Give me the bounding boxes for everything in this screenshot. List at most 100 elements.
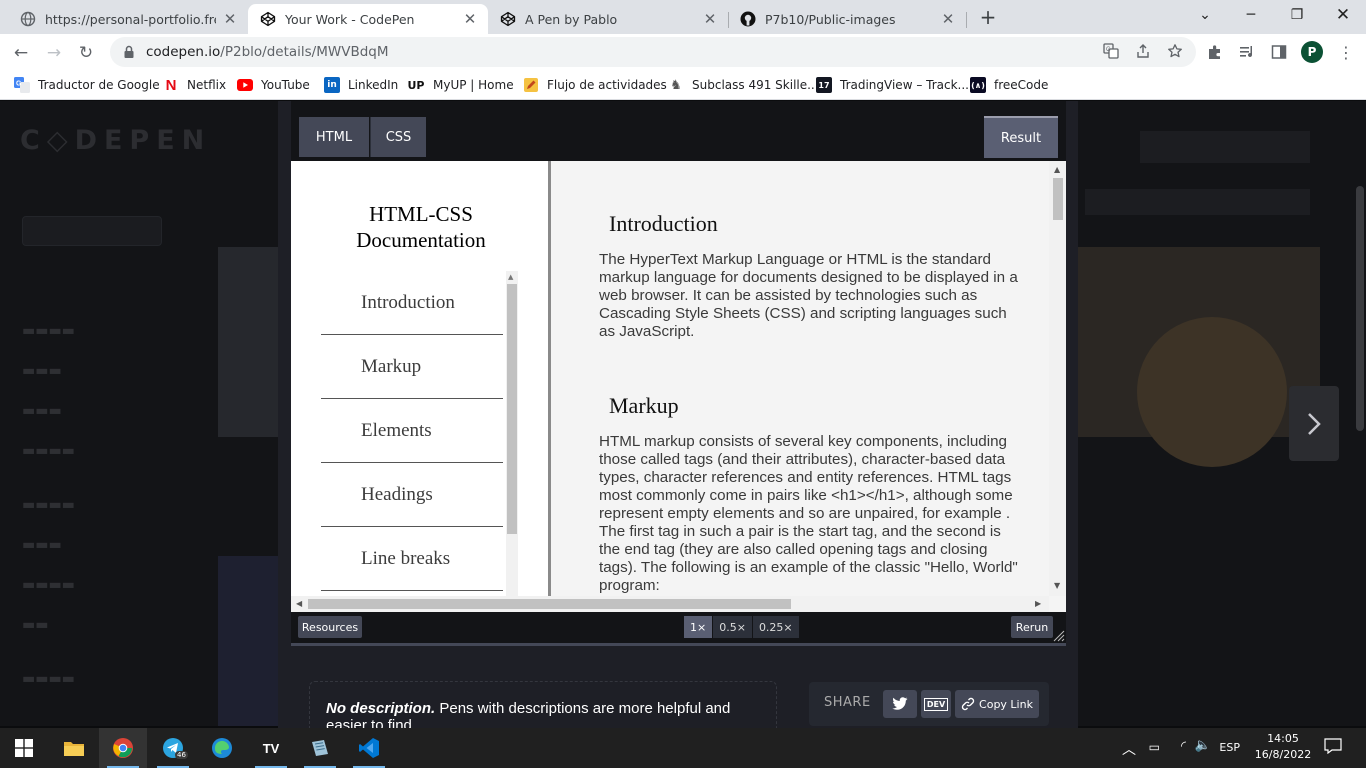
background-nav-item: ▬▬▬ [22,403,62,419]
bookmark-label: freeCode [994,78,1049,92]
preview-vertical-scrollbar[interactable]: ▲ ▼ [1049,161,1066,596]
reload-button[interactable]: ↻ [73,40,99,66]
language-indicator[interactable]: ESP [1219,741,1240,754]
scroll-up-arrow-icon[interactable]: ▲ [508,273,513,281]
preview-bottom-bar: Resources 1× 0.5× 0.25× Rerun [291,612,1066,646]
media-playlist-icon[interactable] [1238,43,1256,61]
close-icon[interactable]: ✕ [462,11,478,27]
close-window-button[interactable]: ✕ [1320,0,1366,30]
battery-icon[interactable]: ▭ [1149,740,1160,754]
tradingview-icon[interactable]: TV [247,728,295,768]
tab-html[interactable]: HTML [299,117,369,157]
forward-button[interactable]: → [41,40,67,66]
section-body-markup: HTML markup consists of several key comp… [599,433,1018,594]
translate-icon[interactable]: G [1102,42,1120,60]
bookmark-tradingview[interactable]: 17 TradingView – Track... [816,75,969,95]
background-pen-card [1077,247,1320,467]
background-coin-image [1137,317,1287,467]
resize-handle-icon[interactable] [1053,630,1065,642]
bookmark-subclass[interactable]: ♞ Subclass 491 Skille... [668,75,818,95]
notepad-icon[interactable] [296,728,344,768]
minimize-button[interactable]: ─ [1228,0,1274,30]
zoom-0-5x-button[interactable]: 0.5× [712,616,752,638]
browser-tab-github[interactable]: P7b10/Public-images ✕ [728,4,966,34]
twitter-icon [892,697,908,710]
zoom-1x-button[interactable]: 1× [683,616,713,638]
share-dev-button[interactable]: DEV [921,690,951,718]
zoom-0-25x-button[interactable]: 0.25× [751,616,799,638]
resources-button[interactable]: Resources [298,616,362,638]
nav-scrollbar[interactable]: ▲ [506,271,518,596]
bookmark-flujo[interactable]: Flujo de actividades [523,75,667,95]
freecodecamp-icon: (∧) [970,77,986,93]
file-explorer-icon[interactable] [50,728,98,768]
share-twitter-button[interactable] [883,690,917,718]
url-path: /P2blo/details/MWVBdqM [220,44,389,60]
bookmark-youtube[interactable]: YouTube [237,75,310,95]
next-pen-button[interactable] [1289,386,1339,461]
bookmark-google-translate[interactable]: G Traductor de Google [14,75,160,95]
bookmark-star-icon[interactable] [1166,42,1184,60]
chrome-menu-icon[interactable]: ⋮ [1337,43,1355,62]
nav-link-headings[interactable]: Headings [321,463,503,527]
bookmark-linkedin[interactable]: in LinkedIn [324,75,398,95]
result-tab[interactable]: Result [984,116,1058,158]
bookmark-netflix[interactable]: N Netflix [163,75,226,95]
scroll-up-arrow-icon[interactable]: ▲ [1054,165,1060,174]
scroll-left-arrow-icon[interactable]: ◀ [296,599,302,608]
pen-description: No description. Pens with descriptions a… [309,681,777,728]
zoom-group: 1× 0.5× 0.25× [683,616,799,638]
background-nav-item: ▬▬▬▬ [22,443,75,459]
maximize-button[interactable]: ❐ [1274,0,1320,30]
rerun-button[interactable]: Rerun [1011,616,1053,638]
vscode-icon[interactable] [345,728,393,768]
scrollbar-thumb[interactable] [308,599,791,609]
tab-css[interactable]: CSS [370,117,426,157]
tab-search-chevron-icon[interactable]: ⌄ [1182,0,1228,30]
close-icon[interactable]: ✕ [222,11,238,27]
nav-link-elements[interactable]: Elements [321,399,503,463]
side-panel-icon[interactable] [1270,43,1288,61]
chrome-icon[interactable] [99,728,147,768]
close-icon[interactable]: ✕ [702,11,718,27]
nav-link-markup[interactable]: Markup [321,335,503,399]
background-pen-card [218,247,284,437]
telegram-icon[interactable]: 46 [149,728,197,768]
nav-link-line-breaks[interactable]: Line breaks [321,527,503,591]
browser-tab-your-work[interactable]: Your Work - CodePen ✕ [248,4,488,34]
page-scrollbar[interactable] [1356,186,1364,431]
new-tab-button[interactable]: + [976,6,1000,30]
share-label: SHARE [824,695,871,710]
close-icon[interactable]: ✕ [940,11,956,27]
nav-list: Introduction Markup Elements Headings Li… [321,271,503,596]
scrollbar-thumb[interactable] [507,284,517,534]
windows-start-icon[interactable] [0,728,48,768]
dev-icon: DEV [923,697,949,711]
browser-tab-pen[interactable]: A Pen by Pablo ✕ [488,4,728,34]
scroll-right-arrow-icon[interactable]: ▶ [1035,599,1041,608]
browser-tab-portfolio[interactable]: https://personal-portfolio.freecodecamp … [8,4,248,34]
clock-date[interactable]: 16/8/2022 [1254,748,1312,761]
preview-horizontal-scrollbar[interactable]: ◀ ▶ [291,596,1049,612]
scrollbar-thumb[interactable] [1053,178,1063,220]
back-button[interactable]: ← [8,40,34,66]
kangaroo-icon: ♞ [670,77,682,93]
background-nav-item: ▬▬▬▬ [22,577,75,593]
github-icon [740,11,756,27]
tray-chevron-up-icon[interactable]: ︿ [1122,739,1136,759]
tab-title: Your Work - CodePen [285,11,415,27]
share-icon[interactable] [1134,42,1152,60]
copy-link-button[interactable]: Copy Link [955,690,1039,718]
bookmark-freecode[interactable]: (∧) freeCode [970,75,1048,95]
wifi-icon[interactable]: ◜ [1181,739,1186,754]
address-bar[interactable]: codepen.io/P2blo/details/MWVBdqM [110,37,1196,67]
profile-avatar[interactable]: P [1301,41,1323,63]
scroll-down-arrow-icon[interactable]: ▼ [1054,581,1060,590]
notification-icon[interactable] [1324,738,1342,757]
clock-time[interactable]: 14:05 [1260,732,1306,745]
volume-icon[interactable]: 🔈 [1195,738,1211,753]
nav-link-introduction[interactable]: Introduction [321,271,503,335]
extensions-puzzle-icon[interactable] [1206,43,1224,61]
edge-icon[interactable] [198,728,246,768]
bookmark-myup[interactable]: UP MyUP | Home [408,75,514,95]
